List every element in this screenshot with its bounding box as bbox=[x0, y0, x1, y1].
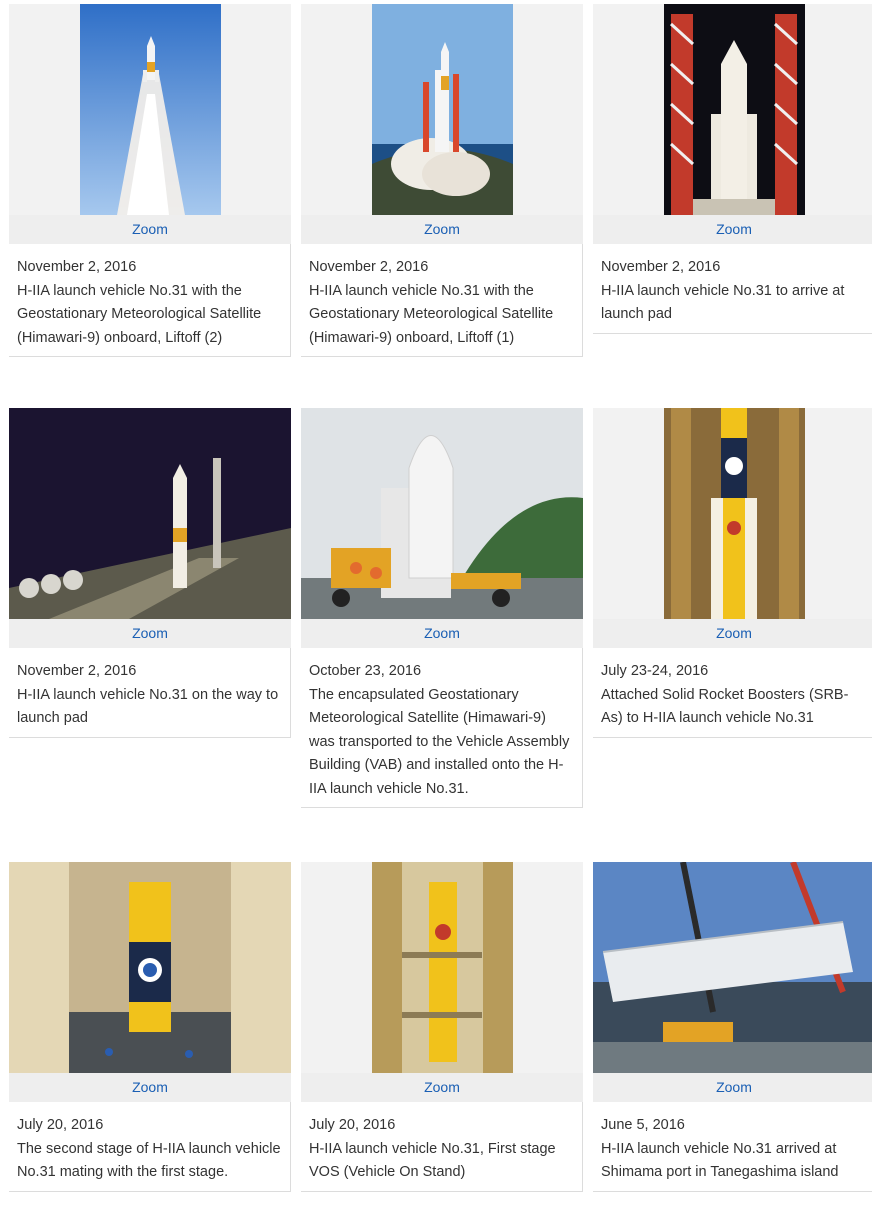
caption-date: November 2, 2016 bbox=[17, 663, 137, 679]
gallery-card: Zoom June 5, 2016 H-IIA launch vehicle N… bbox=[593, 862, 872, 1192]
photo-first-stage-vos[interactable] bbox=[301, 862, 583, 1073]
photo-liftoff-1[interactable] bbox=[301, 4, 583, 215]
caption-text: H-IIA launch vehicle No.31 with the Geos… bbox=[309, 282, 554, 346]
zoom-link[interactable]: Zoom bbox=[593, 619, 872, 648]
caption-text: H-IIA launch vehicle No.31 arrived at Sh… bbox=[601, 1140, 839, 1181]
caption-date: July 20, 2016 bbox=[17, 1117, 104, 1133]
photo-liftoff-2[interactable] bbox=[9, 4, 291, 215]
photo-srb-attach[interactable] bbox=[593, 408, 872, 619]
gallery-card: Zoom November 2, 2016 H-IIA launch vehic… bbox=[9, 4, 291, 357]
caption: July 20, 2016 The second stage of H-IIA … bbox=[9, 1102, 291, 1192]
zoom-link[interactable]: Zoom bbox=[593, 215, 872, 244]
caption: November 2, 2016 H-IIA launch vehicle No… bbox=[301, 244, 583, 357]
photo-arrive-launch-pad[interactable] bbox=[593, 4, 872, 215]
photo-encapsulated-satellite-transport[interactable] bbox=[301, 408, 583, 619]
gallery-card: Zoom November 2, 2016 H-IIA launch vehic… bbox=[593, 4, 872, 334]
caption-date: November 2, 2016 bbox=[17, 259, 137, 275]
zoom-link[interactable]: Zoom bbox=[9, 1073, 291, 1102]
caption-text: Attached Solid Rocket Boosters (SRB-As) … bbox=[601, 686, 849, 727]
caption-date: October 23, 2016 bbox=[309, 663, 422, 679]
caption-text: H-IIA launch vehicle No.31, First stage … bbox=[309, 1140, 556, 1181]
caption: November 2, 2016 H-IIA launch vehicle No… bbox=[9, 648, 291, 738]
gallery-card: Zoom November 2, 2016 H-IIA launch vehic… bbox=[301, 4, 583, 357]
caption-text: H-IIA launch vehicle No.31 on the way to… bbox=[17, 686, 279, 727]
caption-text: The encapsulated Geostationary Meteorolo… bbox=[309, 686, 570, 797]
zoom-link[interactable]: Zoom bbox=[301, 619, 583, 648]
caption-date: November 2, 2016 bbox=[309, 259, 429, 275]
photo-arrival-shimama-port[interactable] bbox=[593, 862, 872, 1073]
gallery-card: Zoom October 23, 2016 The encapsulated G… bbox=[301, 408, 583, 808]
zoom-link[interactable]: Zoom bbox=[301, 1073, 583, 1102]
gallery-card: Zoom July 23-24, 2016 Attached Solid Roc… bbox=[593, 408, 872, 738]
caption-date: July 20, 2016 bbox=[309, 1117, 396, 1133]
caption: November 2, 2016 H-IIA launch vehicle No… bbox=[593, 244, 872, 334]
caption: October 23, 2016 The encapsulated Geosta… bbox=[301, 648, 583, 808]
caption-date: November 2, 2016 bbox=[601, 259, 721, 275]
caption-date: June 5, 2016 bbox=[601, 1117, 685, 1133]
caption: June 5, 2016 H-IIA launch vehicle No.31 … bbox=[593, 1102, 872, 1192]
caption-text: H-IIA launch vehicle No.31 to arrive at … bbox=[601, 282, 845, 323]
caption-text: H-IIA launch vehicle No.31 with the Geos… bbox=[17, 282, 262, 346]
zoom-link[interactable]: Zoom bbox=[301, 215, 583, 244]
photo-second-stage-mating[interactable] bbox=[9, 862, 291, 1073]
photo-way-to-launch-pad[interactable] bbox=[9, 408, 291, 619]
gallery-card: Zoom November 2, 2016 H-IIA launch vehic… bbox=[9, 408, 291, 738]
gallery-card: Zoom July 20, 2016 H-IIA launch vehicle … bbox=[301, 862, 583, 1192]
caption: November 2, 2016 H-IIA launch vehicle No… bbox=[9, 244, 291, 357]
zoom-link[interactable]: Zoom bbox=[9, 215, 291, 244]
zoom-link[interactable]: Zoom bbox=[593, 1073, 872, 1102]
gallery-card: Zoom July 20, 2016 The second stage of H… bbox=[9, 862, 291, 1192]
caption: July 20, 2016 H-IIA launch vehicle No.31… bbox=[301, 1102, 583, 1192]
caption: July 23-24, 2016 Attached Solid Rocket B… bbox=[593, 648, 872, 738]
caption-text: The second stage of H-IIA launch vehicle… bbox=[17, 1140, 281, 1181]
caption-date: July 23-24, 2016 bbox=[601, 663, 709, 679]
zoom-link[interactable]: Zoom bbox=[9, 619, 291, 648]
